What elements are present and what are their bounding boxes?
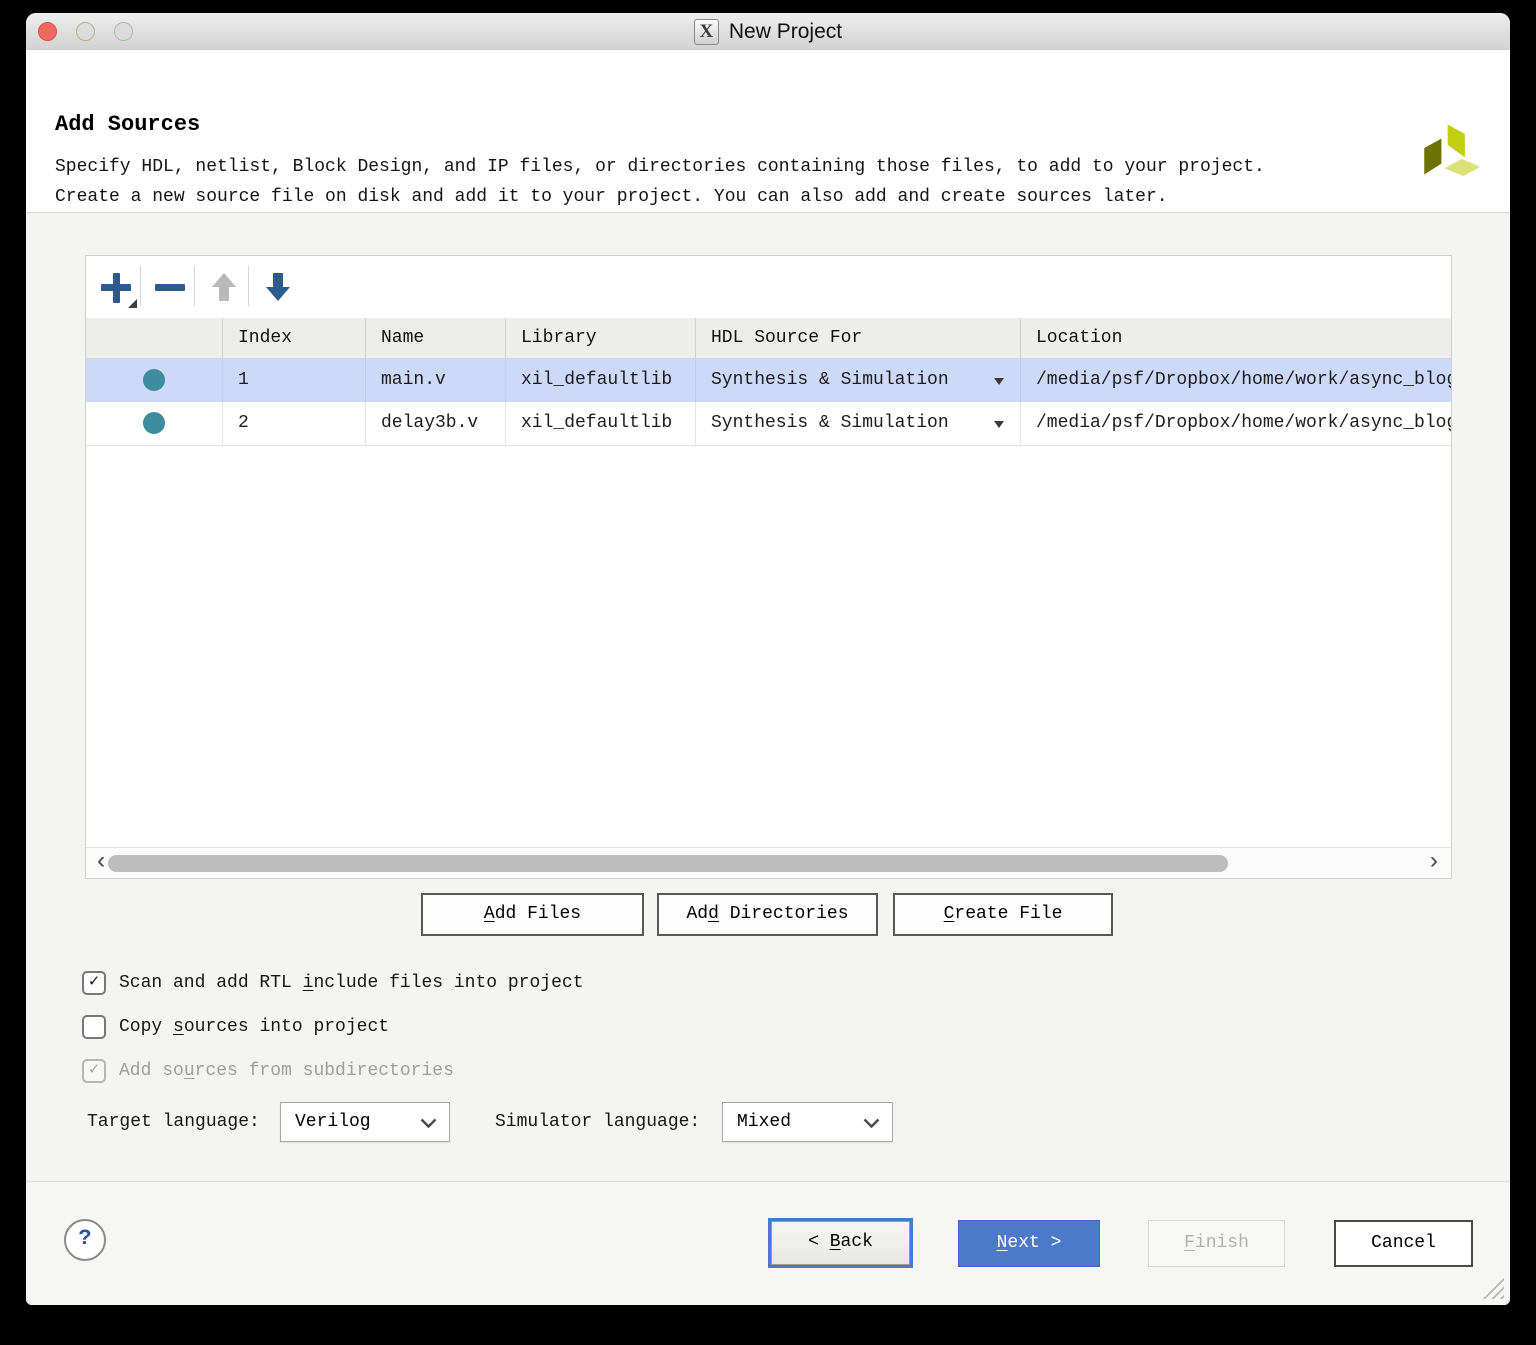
page-description-line2: Create a new source file on disk and add… bbox=[55, 182, 1265, 212]
verilog-file-icon bbox=[143, 369, 165, 391]
window-title: New Project bbox=[729, 20, 842, 44]
language-options-row: Target language: Verilog Simulator langu… bbox=[26, 1102, 1510, 1142]
checkbox-checked-disabled-icon: ✓ bbox=[82, 1059, 106, 1083]
column-header-index[interactable]: Index bbox=[223, 318, 366, 358]
checkbox-label: Scan and add RTL include files into proj… bbox=[119, 973, 584, 993]
cell-index: 2 bbox=[223, 402, 366, 445]
column-header-location[interactable]: Location bbox=[1021, 318, 1451, 358]
cell-hdl-source-for[interactable]: Synthesis & Simulation bbox=[696, 359, 1021, 402]
target-language-select[interactable]: Verilog bbox=[280, 1102, 450, 1142]
create-file-button[interactable]: Create File bbox=[893, 893, 1113, 936]
cell-index: 1 bbox=[223, 359, 366, 402]
finish-button: Finish bbox=[1148, 1220, 1285, 1267]
next-button[interactable]: Next > bbox=[958, 1220, 1100, 1267]
dropdown-arrow-icon[interactable] bbox=[994, 378, 1004, 385]
move-up-button[interactable] bbox=[202, 265, 246, 309]
cell-library[interactable]: xil_defaultlib bbox=[506, 359, 696, 402]
sources-toolbar bbox=[86, 256, 1451, 319]
scroll-left-icon[interactable]: ‹ bbox=[94, 848, 108, 877]
scan-rtl-include-checkbox[interactable]: ✓ Scan and add RTL include files into pr… bbox=[82, 971, 584, 995]
cell-hdl-source-for[interactable]: Synthesis & Simulation bbox=[696, 402, 1021, 445]
xilinx-logo-icon bbox=[1418, 124, 1482, 186]
target-language-label: Target language: bbox=[87, 1102, 260, 1142]
column-header-name[interactable]: Name bbox=[366, 318, 506, 358]
scroll-right-icon[interactable]: › bbox=[1427, 848, 1441, 877]
table-row[interactable]: 2 delay3b.v xil_defaultlib Synthesis & S… bbox=[86, 402, 1451, 446]
new-project-dialog: X New Project Add Sources Specify HDL, n… bbox=[26, 13, 1510, 1305]
wizard-header: Add Sources Specify HDL, netlist, Block … bbox=[26, 50, 1510, 213]
remove-source-button[interactable] bbox=[148, 265, 192, 309]
page-description-line1: Specify HDL, netlist, Block Design, and … bbox=[55, 152, 1265, 182]
checkbox-label: Add sources from subdirectories bbox=[119, 1061, 454, 1081]
checkbox-label: Copy sources into project bbox=[119, 1017, 389, 1037]
horizontal-scrollbar[interactable]: ‹ › bbox=[86, 847, 1451, 878]
arrow-down-icon bbox=[264, 271, 292, 303]
x11-app-icon: X bbox=[694, 19, 719, 45]
checkbox-checked-icon[interactable]: ✓ bbox=[82, 971, 106, 995]
page-title: Add Sources bbox=[55, 112, 200, 137]
scrollbar-thumb[interactable] bbox=[108, 855, 1228, 872]
copy-sources-checkbox[interactable]: Copy sources into project bbox=[82, 1015, 389, 1039]
table-row[interactable]: 1 main.v xil_defaultlib Synthesis & Simu… bbox=[86, 359, 1451, 402]
dropdown-arrow-icon[interactable] bbox=[994, 421, 1004, 428]
column-header-library[interactable]: Library bbox=[506, 318, 696, 358]
resize-grip[interactable] bbox=[1482, 1277, 1504, 1299]
cell-location: /media/psf/Dropbox/home/work/async_blog bbox=[1021, 359, 1451, 402]
sources-table-panel: Index Name Library HDL Source For Locati… bbox=[85, 255, 1452, 879]
cell-name: main.v bbox=[366, 359, 506, 402]
verilog-file-icon bbox=[143, 412, 165, 434]
help-button[interactable]: ? bbox=[64, 1219, 106, 1261]
add-directories-button[interactable]: Add Directories bbox=[657, 893, 878, 936]
add-files-button[interactable]: Add Files bbox=[421, 893, 644, 936]
arrow-up-icon bbox=[210, 271, 238, 303]
title-bar: X New Project bbox=[26, 13, 1510, 51]
cell-library[interactable]: xil_defaultlib bbox=[506, 402, 696, 445]
cell-name: delay3b.v bbox=[366, 402, 506, 445]
simulator-language-select[interactable]: Mixed bbox=[722, 1102, 893, 1142]
chevron-down-icon bbox=[863, 1118, 880, 1129]
back-button[interactable]: < Back bbox=[768, 1218, 913, 1268]
add-source-button[interactable] bbox=[94, 265, 138, 309]
column-header-icon[interactable] bbox=[86, 318, 223, 358]
table-header-row: Index Name Library HDL Source For Locati… bbox=[86, 318, 1451, 359]
wizard-footer: ? < Back Next > Finish Cancel bbox=[26, 1181, 1510, 1305]
simulator-language-label: Simulator language: bbox=[495, 1102, 700, 1142]
move-down-button[interactable] bbox=[256, 265, 300, 309]
column-header-hdl-source-for[interactable]: HDL Source For bbox=[696, 318, 1021, 358]
cancel-button[interactable]: Cancel bbox=[1334, 1220, 1473, 1267]
add-dropdown-arrow-icon bbox=[128, 299, 137, 308]
cell-location: /media/psf/Dropbox/home/work/async_blog bbox=[1021, 402, 1451, 445]
checkbox-unchecked-icon[interactable] bbox=[82, 1015, 106, 1039]
add-subdirectories-checkbox: ✓ Add sources from subdirectories bbox=[82, 1059, 454, 1083]
chevron-down-icon bbox=[420, 1118, 437, 1129]
